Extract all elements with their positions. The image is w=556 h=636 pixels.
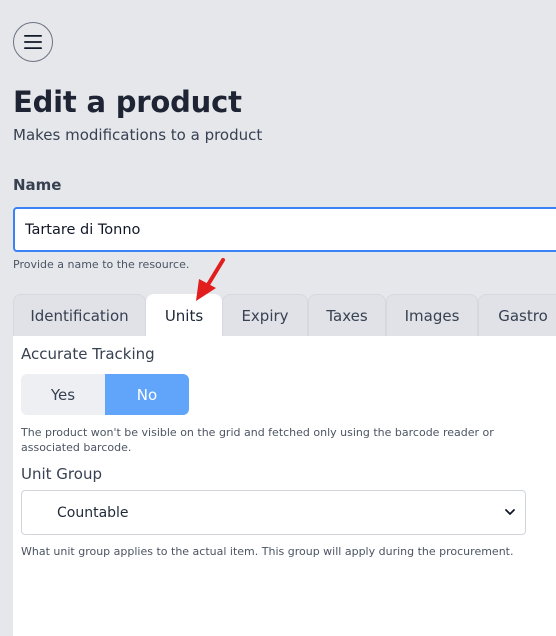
unit-group-label: Unit Group — [21, 465, 102, 483]
annotation-arrow-icon — [196, 258, 225, 301]
tab-images[interactable]: Images — [386, 294, 478, 336]
accurate-tracking-help: The product won't be visible on the grid… — [21, 426, 494, 454]
page-title: Edit a product — [13, 85, 242, 119]
tab-identification[interactable]: Identification — [13, 294, 146, 336]
unit-group-select[interactable]: Countable — [21, 490, 526, 535]
page-subtitle: Makes modifications to a product — [13, 126, 263, 144]
tab-gastro[interactable]: Gastro — [478, 294, 556, 336]
unit-group-value: Countable — [57, 504, 129, 521]
tab-expiry[interactable]: Expiry — [222, 294, 308, 336]
accurate-tracking-label: Accurate Tracking — [21, 345, 155, 363]
tab-taxes[interactable]: Taxes — [308, 294, 386, 336]
hamburger-icon — [24, 35, 42, 49]
unit-group-help: What unit group applies to the actual it… — [21, 545, 514, 558]
name-help-text: Provide a name to the resource. — [13, 258, 190, 271]
name-label: Name — [13, 176, 62, 194]
name-input[interactable] — [13, 207, 556, 252]
chevron-down-icon — [505, 509, 515, 515]
accurate-tracking-no[interactable]: No — [105, 374, 189, 415]
menu-button[interactable] — [13, 22, 53, 62]
accurate-tracking-yes[interactable]: Yes — [21, 374, 105, 415]
accurate-tracking-toggle: Yes No — [21, 374, 189, 415]
